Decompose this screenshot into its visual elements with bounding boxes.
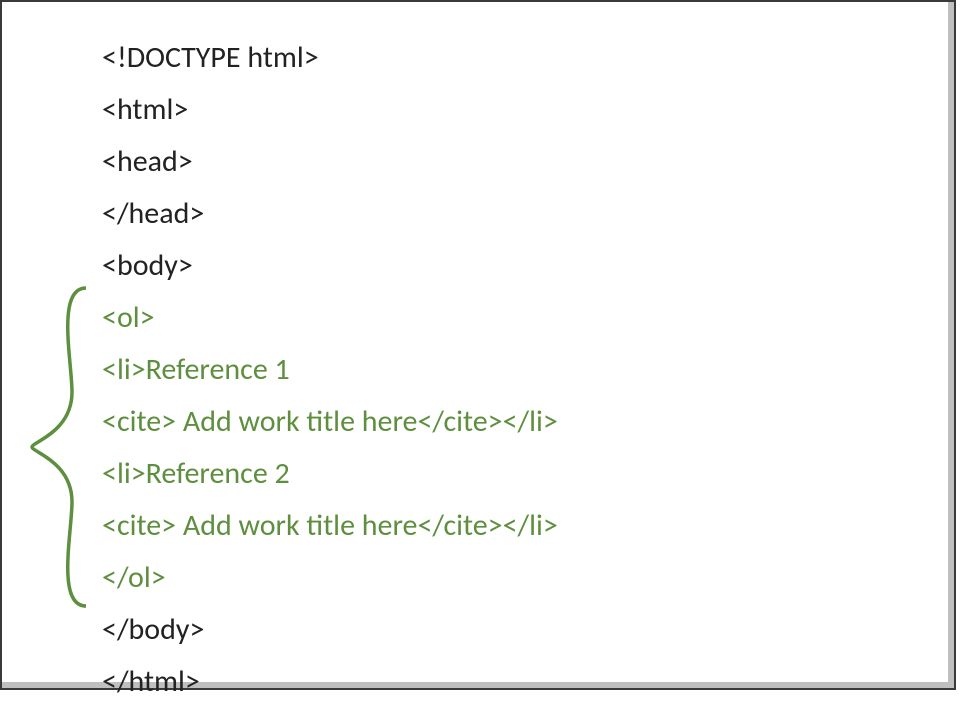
code-line-highlight: <ol> xyxy=(102,292,558,344)
code-frame: <!DOCTYPE html> <html> <head> </head> <b… xyxy=(0,0,956,690)
code-line-highlight: <cite> Add work title here</cite></li> xyxy=(102,500,558,552)
code-line: <body> xyxy=(102,240,558,292)
code-line-highlight: <li>Reference 1 xyxy=(102,344,558,396)
code-block: <!DOCTYPE html> <html> <head> </head> <b… xyxy=(102,32,558,708)
code-line: <html> xyxy=(102,84,558,136)
code-line-highlight: <cite> Add work title here</cite></li> xyxy=(102,396,558,448)
code-line: </body> xyxy=(102,604,558,656)
code-line: </html> xyxy=(102,656,558,708)
code-line: <head> xyxy=(102,136,558,188)
code-line-highlight: </ol> xyxy=(102,552,558,604)
brace-icon xyxy=(24,282,94,612)
code-line: </head> xyxy=(102,188,558,240)
code-line-highlight: <li>Reference 2 xyxy=(102,448,558,500)
code-line: <!DOCTYPE html> xyxy=(102,32,558,84)
